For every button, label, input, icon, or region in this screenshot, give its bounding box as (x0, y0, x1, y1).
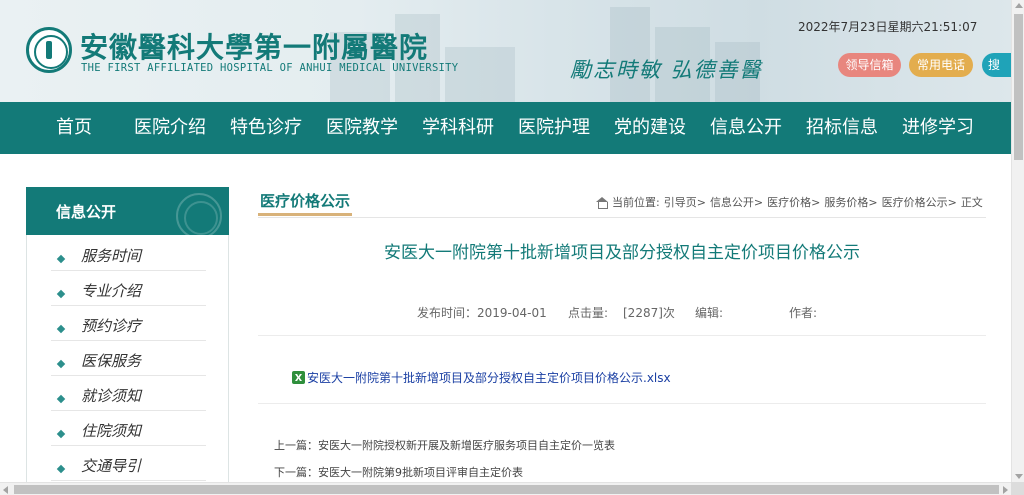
click-count-label: 点击量: (568, 306, 609, 320)
bullet-icon (56, 289, 66, 299)
sidebar-item-insurance[interactable]: 医保服务 (51, 341, 206, 376)
next-article-link[interactable]: 下一篇：安医大一附院第9批新项目评审自主定价表 (274, 464, 523, 480)
nav-item-specialties[interactable]: 特色诊疗 (230, 102, 302, 154)
scrollbar-corner (1011, 482, 1024, 495)
breadcrumb: 当前位置: 引导页> 信息公开> 医疗价格> 服务价格> 医疗价格公示> 正文 (596, 194, 987, 210)
sidebar-item-label: 就诊须知 (81, 387, 142, 405)
bullet-icon (56, 324, 66, 334)
sidebar-item-inpatient-guide[interactable]: 住院须知 (51, 411, 206, 446)
site-header: 安徽醫科大學第一附屬醫院 THE FIRST AFFILIATED HOSPIT… (0, 0, 1011, 102)
nav-item-info-disclosure[interactable]: 信息公开 (710, 102, 782, 154)
breadcrumb-prefix: 当前位置: (612, 196, 660, 209)
sidebar-item-transport[interactable]: 交通导引 (51, 446, 206, 481)
nav-item-home[interactable]: 首页 (56, 102, 92, 154)
section-tab: 医疗价格公示 (258, 190, 353, 216)
article-title: 安医大一附院第十批新增项目及部分授权自主定价项目价格公示 (384, 243, 860, 263)
publish-date: 发布时间：2019-04-01 (417, 306, 547, 320)
nav-item-about[interactable]: 医院介绍 (134, 102, 206, 154)
sidebar-header: 信息公开 (26, 187, 229, 235)
horizontal-scroll-thumb[interactable] (14, 485, 999, 494)
bullet-icon (56, 394, 66, 404)
hospital-name-en: THE FIRST AFFILIATED HOSPITAL OF ANHUI M… (81, 62, 459, 74)
attachment-link[interactable]: 安医大一附院第十批新增项目及部分授权自主定价项目价格公示.xlsx (307, 369, 671, 386)
bullet-icon (56, 464, 66, 474)
nav-item-research[interactable]: 学科科研 (422, 102, 494, 154)
prev-article-link[interactable]: 上一篇：安医大一附院授权新开展及新增医疗服务项目自主定价一览表 (274, 437, 615, 453)
sidebar-title: 信息公开 (56, 203, 117, 221)
nav-item-nursing[interactable]: 医院护理 (518, 102, 590, 154)
nav-item-tender[interactable]: 招标信息 (806, 102, 878, 154)
sidebar-menu: 服务时间 专业介绍 预约诊疗 医保服务 就诊须知 住院须知 交通导引 (26, 235, 229, 495)
horizontal-scrollbar[interactable] (0, 482, 1011, 495)
breadcrumb-link-guide[interactable]: 引导页> (664, 194, 706, 210)
common-phones-button[interactable]: 常用电话 (909, 53, 973, 77)
current-datetime: 2022年7月23日星期六21:51:07 (798, 20, 978, 34)
sidebar-item-label: 专业介绍 (81, 282, 142, 300)
hospital-motto: 勵志時敏 弘德善醫 (570, 58, 763, 82)
meta-divider (258, 335, 986, 336)
sidebar-item-visit-guide[interactable]: 就诊须知 (51, 376, 206, 411)
attachment: 安医大一附院第十批新增项目及部分授权自主定价项目价格公示.xlsx (292, 369, 671, 386)
scroll-right-icon[interactable] (1003, 486, 1008, 494)
vertical-scrollbar[interactable] (1011, 0, 1024, 482)
breadcrumb-link-info[interactable]: 信息公开> (710, 194, 763, 210)
nav-item-teaching[interactable]: 医院教学 (326, 102, 398, 154)
nav-item-training[interactable]: 进修学习 (902, 102, 974, 154)
page: 安徽醫科大學第一附屬醫院 THE FIRST AFFILIATED HOSPIT… (0, 0, 1024, 495)
sidebar-item-departments[interactable]: 专业介绍 (51, 271, 206, 306)
click-count: [2287]次 (623, 306, 675, 320)
sidebar-item-label: 预约诊疗 (81, 317, 142, 335)
bullet-icon (56, 429, 66, 439)
breadcrumb-current: 正文 (960, 196, 983, 209)
sidebar-item-label: 医保服务 (81, 352, 142, 370)
leader-mailbox-button[interactable]: 领导信箱 (838, 53, 901, 77)
attachment-divider (258, 403, 986, 404)
author-label: 作者: (789, 306, 818, 320)
sidebar-item-label: 交通导引 (81, 457, 142, 475)
nav-item-party[interactable]: 党的建设 (614, 102, 686, 154)
sidebar-item-appointment[interactable]: 预约诊疗 (51, 306, 206, 341)
search-button[interactable]: 搜 (982, 53, 1011, 77)
scroll-up-icon[interactable] (1015, 3, 1023, 8)
breadcrumb-link-service-price[interactable]: 服务价格> (824, 194, 877, 210)
home-icon (596, 196, 608, 209)
sidebar-item-label: 住院须知 (81, 422, 142, 440)
editor-label: 编辑: (695, 306, 724, 320)
hospital-logo-icon[interactable] (26, 27, 72, 73)
breadcrumb-link-price[interactable]: 医疗价格> (767, 194, 820, 210)
scroll-left-icon[interactable] (3, 486, 8, 494)
scroll-down-icon[interactable] (1015, 474, 1023, 479)
excel-file-icon (292, 371, 305, 384)
section-divider (258, 217, 986, 218)
vertical-scroll-thumb[interactable] (1014, 14, 1023, 160)
bullet-icon (56, 359, 66, 369)
breadcrumb-link-price-notice[interactable]: 医疗价格公示> (882, 194, 957, 210)
bullet-icon (56, 254, 66, 264)
main-nav: 首页 医院介绍 特色诊疗 医院教学 学科科研 医院护理 党的建设 信息公开 招标… (0, 102, 1011, 154)
hospital-name-cn[interactable]: 安徽醫科大學第一附屬醫院 (80, 26, 428, 66)
logo-watermark-icon (176, 193, 222, 235)
sidebar-item-service-hours[interactable]: 服务时间 (51, 236, 206, 271)
sidebar-item-label: 服务时间 (81, 247, 142, 265)
